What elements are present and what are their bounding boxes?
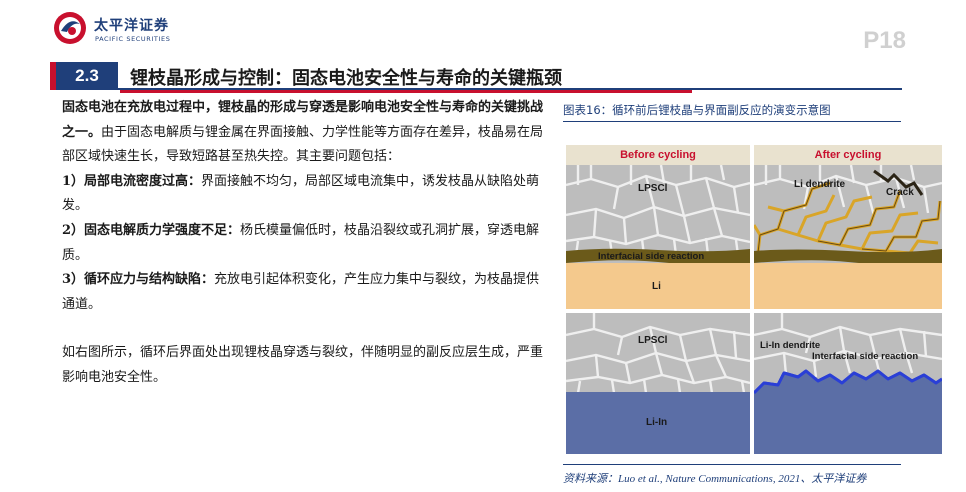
- logo-text-en: PACIFIC SECURITIES: [95, 35, 171, 43]
- closing-paragraph: 如右图所示，循环后界面处出现锂枝晶穿透与裂纹，伴随明显的副反应层生成，严重影响电…: [62, 345, 544, 385]
- section-number: 2.3: [50, 62, 118, 90]
- figure-source: 资料来源：Luo et al., Nature Communications, …: [563, 473, 867, 485]
- section-title: 锂枝晶形成与控制：固态电池安全性与寿命的关键瓶颈: [130, 68, 562, 89]
- intro-paragraph: 固态电池在充放电过程中，锂枝晶的形成与穿透是影响电池安全性与寿命的关键挑战之一。…: [62, 96, 544, 170]
- issue-item-2: 2）固态电解质力学强度不足：杨氏模量偏低时，枝晶沿裂纹或孔洞扩展，穿透电解质。: [62, 219, 544, 268]
- panel-before-li: Before cycling LPSCl Interfacial side re…: [566, 145, 750, 309]
- label-interfacial-top: Interfacial side reaction: [598, 251, 705, 262]
- panel-head-after: After cycling: [754, 145, 942, 165]
- title-underline: [120, 90, 692, 93]
- panel-after-li: After cycling Li dendrite Crack: [754, 145, 942, 309]
- label-li-in: Li-In: [646, 417, 668, 428]
- label-crack: Crack: [886, 187, 914, 198]
- label-lpscl-top: LPSCl: [638, 183, 668, 194]
- issue-2-heading: 2）固态电解质力学强度不足：: [62, 222, 241, 238]
- panel-after-li-in-illustration: [754, 313, 942, 454]
- label-li-dendrite: Li dendrite: [794, 179, 846, 190]
- figure-bottom-rule: [563, 464, 901, 465]
- figure-top-rule: [563, 121, 901, 122]
- page-number: P18: [863, 27, 906, 54]
- figure-caption: 图表16：循环前后锂枝晶与界面副反应的演变示意图: [563, 103, 831, 117]
- issue-item-3: 3）循环应力与结构缺陷：充放电引起体积变化，产生应力集中与裂纹，为枝晶提供通道。: [62, 268, 544, 317]
- label-lpscl-bottom: LPSCl: [638, 335, 668, 346]
- label-interfacial-bottom: Interfacial side reaction: [812, 351, 919, 362]
- intro-rest: 由于固态电解质与锂金属在界面接触、力学性能等方面存在差异，枝晶易在局部区域快速生…: [62, 124, 544, 165]
- panel-after-li-in: Li-In dendrite Interfacial side reaction: [754, 313, 942, 454]
- issue-3-heading: 3）循环应力与结构缺陷：: [62, 272, 215, 288]
- issue-item-1: 1）局部电流密度过高：界面接触不均匀，局部区域电流集中，诱发枝晶从缺陷处萌发。: [62, 170, 544, 219]
- logo-text-cn: 太平洋证券: [94, 18, 169, 34]
- panel-after-li-illustration: [754, 145, 942, 309]
- logo-mark-icon: [54, 12, 86, 44]
- label-li: Li: [652, 281, 661, 292]
- company-logo: 太平洋证券 PACIFIC SECURITIES: [52, 10, 202, 46]
- section-title-bar: 2.3 锂枝晶形成与控制：固态电池安全性与寿命的关键瓶颈: [50, 62, 902, 93]
- issue-1-heading: 1）局部电流密度过高：: [62, 173, 202, 189]
- panel-head-before: Before cycling: [566, 145, 750, 165]
- body-text: 固态电池在充放电过程中，锂枝晶的形成与穿透是影响电池安全性与寿命的关键挑战之一。…: [62, 96, 544, 391]
- panel-before-li-in: LPSCl Li-In: [566, 313, 750, 454]
- label-li-in-dendrite: Li-In dendrite: [760, 340, 821, 351]
